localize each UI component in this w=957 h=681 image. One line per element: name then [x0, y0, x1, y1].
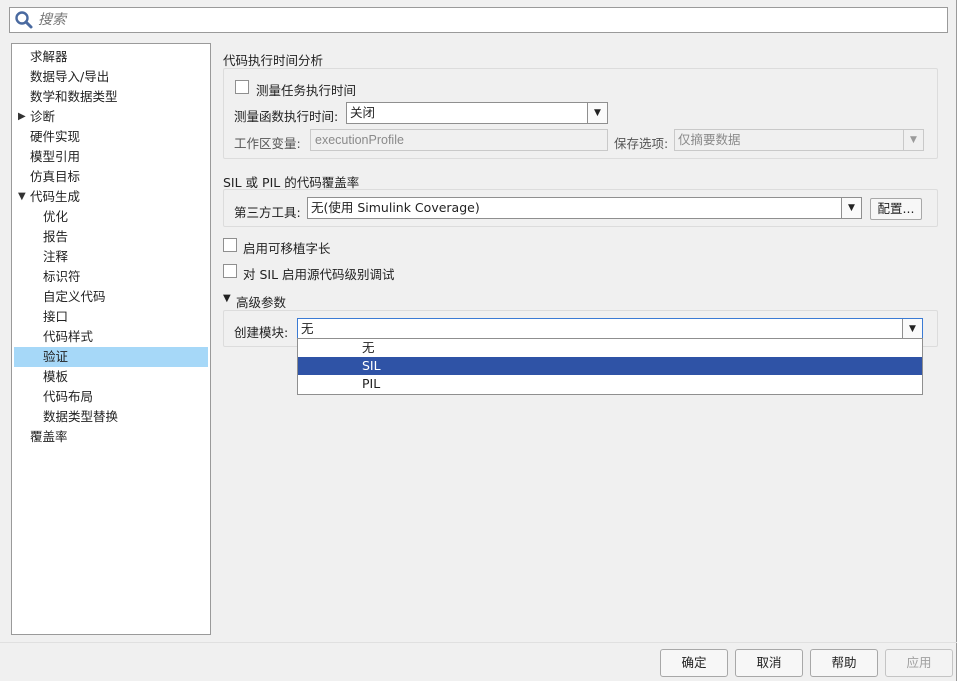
- tree-item[interactable]: 求解器: [14, 47, 208, 67]
- tree-item[interactable]: 注释: [14, 247, 208, 267]
- expanded-arrow-icon[interactable]: ▼: [18, 187, 26, 207]
- tree-item[interactable]: 数据类型替换: [14, 407, 208, 427]
- chevron-down-icon[interactable]: ▼: [841, 198, 861, 218]
- tree-item-label: 代码样式: [43, 329, 94, 344]
- measure-func-label: 测量函数执行时间:: [234, 109, 339, 124]
- tree-item-label: 诊断: [30, 109, 56, 124]
- tree-item[interactable]: 优化: [14, 207, 208, 227]
- configure-button[interactable]: 配置...: [870, 198, 922, 220]
- tree-item[interactable]: 接口: [14, 307, 208, 327]
- tree-item[interactable]: 验证: [14, 347, 208, 367]
- save-option-select: 仅摘要数据 ▼: [674, 129, 924, 151]
- portable-word-sizes-checkbox[interactable]: [223, 238, 237, 252]
- tree-item-label: 验证: [43, 349, 69, 364]
- advanced-section-title: 高级参数: [236, 295, 287, 310]
- create-block-value: 无: [301, 321, 314, 336]
- collapse-arrow-icon[interactable]: ▼: [223, 291, 231, 307]
- save-option-label: 保存选项:: [614, 136, 669, 151]
- tree-item-label: 接口: [43, 309, 69, 324]
- tree-item[interactable]: 硬件实现: [14, 127, 208, 147]
- create-block-dropdown[interactable]: 无 SIL PIL: [297, 338, 923, 395]
- third-party-value: 无(使用 Simulink Coverage): [311, 200, 480, 215]
- dropdown-option-pil[interactable]: PIL: [298, 375, 922, 393]
- tree-item[interactable]: 报告: [14, 227, 208, 247]
- tree-item[interactable]: ▼ 代码生成: [14, 187, 208, 207]
- tree-item-label: 模型引用: [30, 149, 81, 164]
- tree-item[interactable]: 模板: [14, 367, 208, 387]
- tree-item-label: 报告: [43, 229, 69, 244]
- measure-task-checkbox[interactable]: [235, 80, 249, 94]
- tree-item-label: 代码布局: [43, 389, 94, 404]
- dropdown-option-sil[interactable]: SIL: [298, 357, 922, 375]
- tree-item-label: 硬件实现: [30, 129, 81, 144]
- tree-item[interactable]: 覆盖率: [14, 427, 208, 447]
- dropdown-option-none[interactable]: 无: [298, 339, 922, 357]
- tree-item[interactable]: 数学和数据类型: [14, 87, 208, 107]
- tree-item-label: 数据类型替换: [43, 409, 119, 424]
- workspace-var-field: executionProfile: [310, 129, 608, 151]
- tree-item[interactable]: 自定义代码: [14, 287, 208, 307]
- create-block-label: 创建模块:: [234, 325, 289, 340]
- tree-item-label: 自定义代码: [43, 289, 106, 304]
- workspace-var-label: 工作区变量:: [234, 136, 301, 151]
- measure-func-select[interactable]: 关闭 ▼: [346, 102, 608, 124]
- tree-item-label: 标识符: [43, 269, 81, 284]
- apply-button[interactable]: 应用: [885, 649, 953, 677]
- tree-item-label: 代码生成: [30, 189, 81, 204]
- chevron-down-icon[interactable]: ▼: [902, 319, 922, 339]
- third-party-select[interactable]: 无(使用 Simulink Coverage) ▼: [307, 197, 862, 219]
- chevron-down-icon: ▼: [903, 130, 923, 150]
- tree-item[interactable]: 数据导入/导出: [14, 67, 208, 87]
- third-party-label: 第三方工具:: [234, 205, 301, 220]
- tree-item-label: 优化: [43, 209, 69, 224]
- tree-item-label: 模板: [43, 369, 69, 384]
- measure-func-value: 关闭: [350, 105, 376, 120]
- category-tree[interactable]: 求解器数据导入/导出 数学和数据类型 ▶ 诊断硬件实现模型引用仿真目标 ▼ 代码生成优化报…: [11, 43, 211, 635]
- tree-item[interactable]: 代码布局: [14, 387, 208, 407]
- tree-item-label: 仿真目标: [30, 169, 81, 184]
- save-option-value: 仅摘要数据: [678, 132, 741, 147]
- help-button[interactable]: 帮助: [810, 649, 878, 677]
- tree-item-label: 数据导入/导出: [30, 69, 110, 84]
- sil-debug-label: 对 SIL 启用源代码级别调试: [243, 267, 395, 282]
- cancel-button[interactable]: 取消: [735, 649, 803, 677]
- tree-item-label: 数学和数据类型: [30, 89, 118, 104]
- search-bar[interactable]: [9, 7, 948, 33]
- chevron-down-icon[interactable]: ▼: [587, 103, 607, 123]
- tree-item[interactable]: 标识符: [14, 267, 208, 287]
- tree-item[interactable]: 仿真目标: [14, 167, 208, 187]
- tree-item-label: 注释: [43, 249, 69, 264]
- portable-word-sizes-label: 启用可移植字长: [243, 241, 331, 256]
- search-icon: [14, 10, 34, 30]
- tree-item[interactable]: ▶ 诊断: [14, 107, 208, 127]
- collapsed-arrow-icon[interactable]: ▶: [18, 107, 26, 127]
- profiling-section-title: 代码执行时间分析: [223, 53, 324, 68]
- ok-button[interactable]: 确定: [660, 649, 728, 677]
- tree-item[interactable]: 代码样式: [14, 327, 208, 347]
- search-input[interactable]: [38, 9, 918, 31]
- tree-item[interactable]: 模型引用: [14, 147, 208, 167]
- footer-divider: [0, 642, 957, 643]
- tree-item-label: 求解器: [30, 49, 68, 64]
- sil-debug-checkbox[interactable]: [223, 264, 237, 278]
- measure-task-label: 测量任务执行时间: [256, 83, 357, 98]
- create-block-select[interactable]: 无 ▼: [297, 318, 923, 340]
- tree-item-label: 覆盖率: [30, 429, 68, 444]
